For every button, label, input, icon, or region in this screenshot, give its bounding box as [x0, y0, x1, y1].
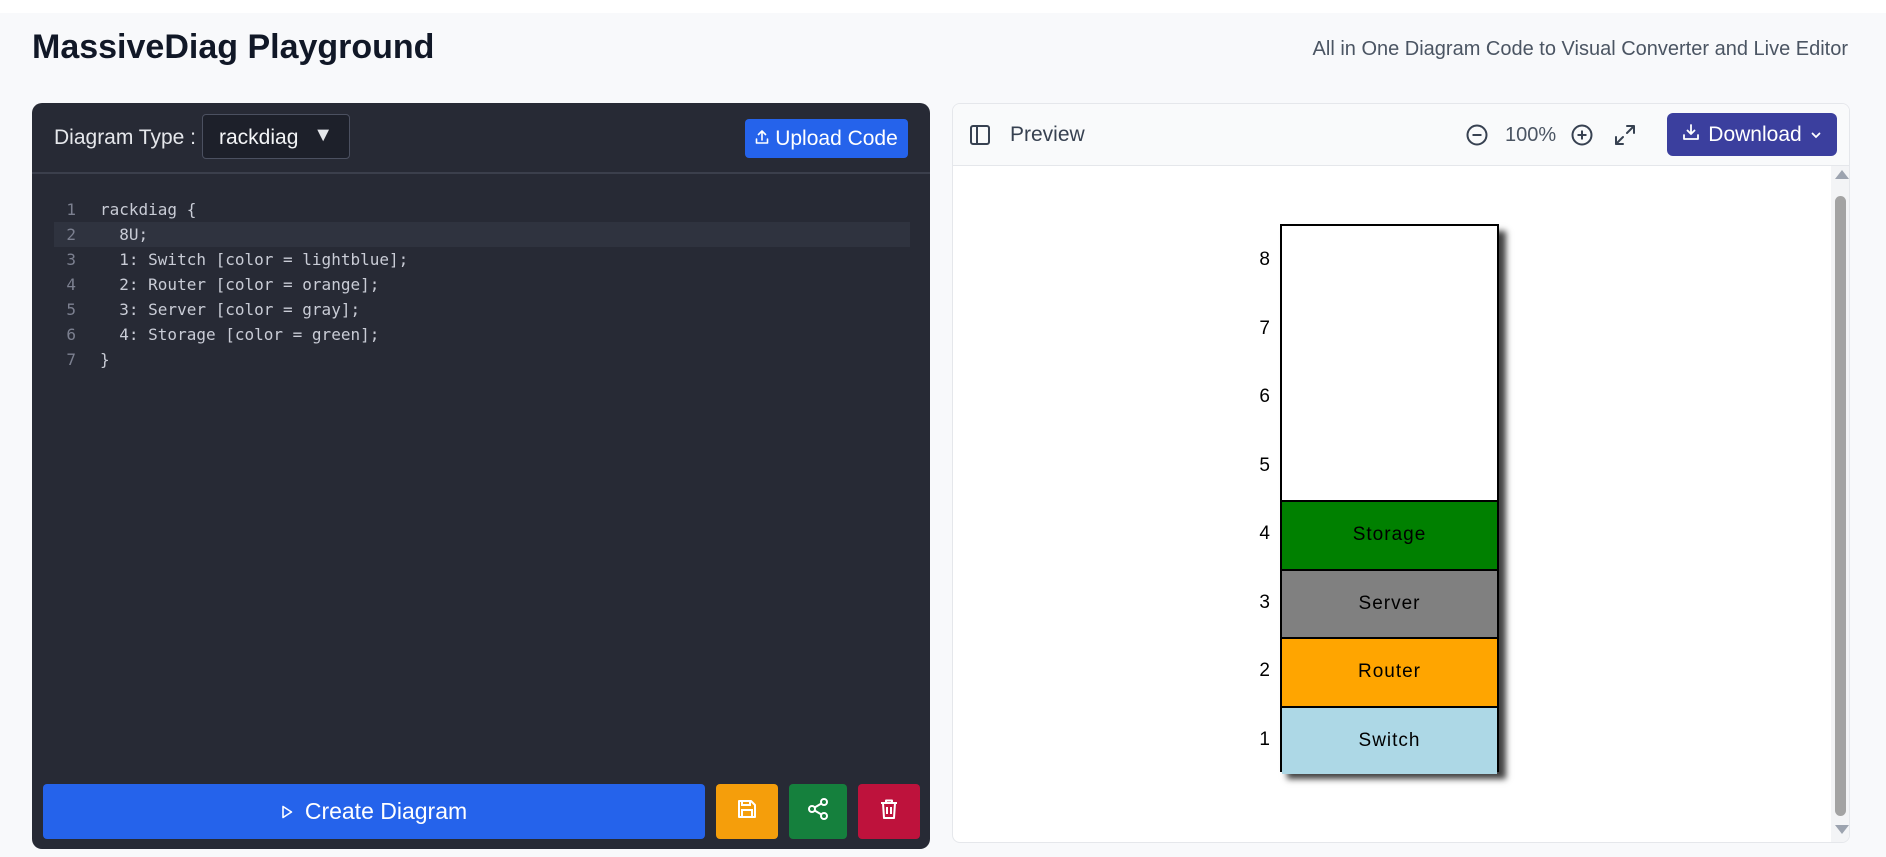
code-text: 3: Server [color = gray]; [100, 300, 361, 319]
upload-code-button[interactable]: Upload Code [745, 119, 908, 158]
diagram-type-select[interactable]: rackdiag ▼ [202, 114, 350, 159]
share-icon [806, 797, 830, 826]
upload-code-label: Upload Code [775, 126, 898, 150]
rack-unit-router[interactable]: Router [1282, 637, 1497, 706]
vertical-scrollbar[interactable] [1831, 166, 1849, 842]
download-label: Download [1708, 122, 1802, 146]
line-number: 6 [66, 325, 76, 344]
editor-footer: Create Diagram [43, 784, 920, 839]
code-editor-panel: Diagram Type : rackdiag ▼ Upload Code 1 r… [32, 103, 930, 849]
fullscreen-icon[interactable] [1613, 123, 1637, 152]
save-icon [735, 797, 759, 826]
line-number: 2 [66, 225, 76, 244]
share-button[interactable] [789, 784, 847, 839]
rack-unit-number: 1 [1259, 728, 1270, 750]
download-icon [1682, 123, 1700, 147]
app-title: MassiveDiag Playground [32, 28, 435, 66]
save-button[interactable] [716, 784, 778, 839]
zoom-in-icon[interactable] [1570, 123, 1594, 152]
create-diagram-label: Create Diagram [304, 798, 468, 824]
code-text: 1: Switch [color = lightblue]; [100, 250, 409, 269]
play-icon [281, 798, 293, 825]
line-number: 4 [66, 275, 76, 294]
rack-unit-storage[interactable]: Storage [1282, 500, 1497, 569]
download-button[interactable]: Download [1667, 113, 1837, 156]
rack-unit-number: 3 [1259, 591, 1270, 613]
scroll-down-arrow[interactable] [1835, 825, 1849, 834]
rack-unit-server[interactable]: Server [1282, 568, 1497, 637]
app-subtitle: All in One Diagram Code to Visual Conver… [1312, 38, 1848, 60]
rack-unit-number: 6 [1259, 386, 1270, 408]
caret-down-icon: ▼ [313, 124, 333, 146]
rack-unit-number: 8 [1259, 249, 1270, 271]
rack-unit-number: 7 [1259, 317, 1270, 339]
code-area[interactable]: 1 rackdiag {2 8U; 3 1: Switch [color = lig… [54, 197, 910, 372]
code-line[interactable]: 7} [54, 347, 910, 372]
chevron-down-icon [1810, 123, 1822, 147]
code-text: 2: Router [color = orange]; [100, 275, 380, 294]
code-text: rackdiag { [100, 200, 197, 219]
upload-icon [755, 127, 769, 151]
diagram-type-label: Diagram Type : [54, 126, 197, 149]
preview-panel: Preview 100% Download Switch Router Server… [952, 103, 1850, 843]
rack-unit-number: 2 [1259, 660, 1270, 682]
code-text: 8U; [100, 225, 149, 244]
editor-header: Diagram Type : rackdiag ▼ Upload Code [32, 103, 930, 174]
rack-unit-number: 5 [1259, 454, 1270, 476]
delete-button[interactable] [858, 784, 920, 839]
code-line[interactable]: 3 1: Switch [color = lightblue]; [54, 247, 910, 272]
code-line[interactable]: 4 2: Router [color = orange]; [54, 272, 910, 297]
create-diagram-button[interactable]: Create Diagram [43, 784, 705, 839]
zoom-out-icon[interactable] [1465, 123, 1489, 152]
trash-icon [877, 797, 901, 826]
code-line[interactable]: 6 4: Storage [color = green]; [54, 322, 910, 347]
line-number: 5 [66, 300, 76, 319]
scroll-up-arrow[interactable] [1835, 170, 1849, 179]
code-line[interactable]: 2 8U; [54, 222, 910, 247]
sidebar-toggle-icon[interactable] [969, 124, 991, 151]
zoom-level: 100% [1505, 124, 1557, 146]
preview-header: Preview 100% Download [953, 104, 1849, 166]
code-line[interactable]: 1 rackdiag { [54, 197, 910, 222]
line-number: 3 [66, 250, 76, 269]
code-line[interactable]: 5 3: Server [color = gray]; [54, 297, 910, 322]
line-number: 7 [66, 350, 76, 369]
top-strip [0, 0, 1886, 13]
code-text: 4: Storage [color = green]; [100, 325, 380, 344]
rack-unit-switch[interactable]: Switch [1282, 705, 1497, 774]
diagram-type-value: rackdiag [219, 126, 299, 149]
code-text: } [100, 350, 110, 369]
preview-title: Preview [1010, 123, 1085, 146]
rack: Switch Router Server Storage [1280, 224, 1499, 774]
diagram-canvas[interactable]: Switch Router Server Storage 8 7 6 5 4 3 2 1 [953, 166, 1829, 842]
line-number: 1 [66, 200, 76, 219]
rack-unit-number: 4 [1259, 523, 1270, 545]
scrollbar-thumb[interactable] [1835, 196, 1846, 816]
